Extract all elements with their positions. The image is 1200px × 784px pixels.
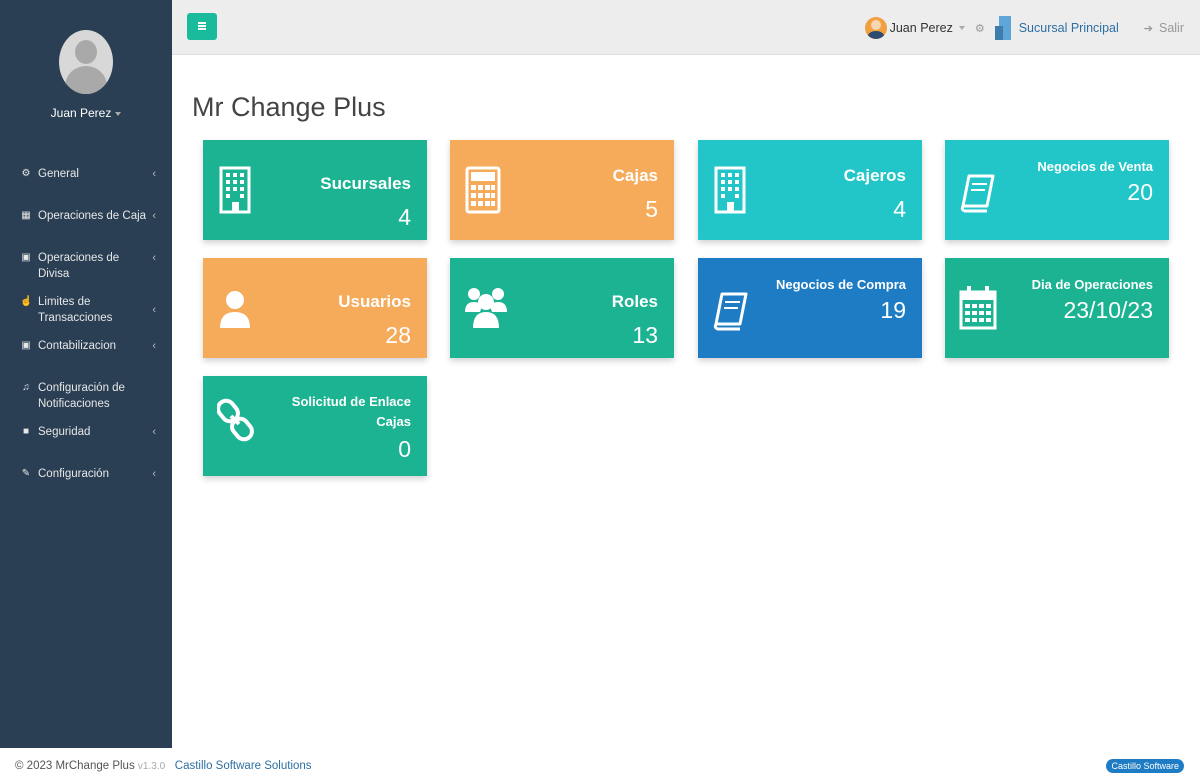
sidebar-item-operaciones-divisa[interactable]: ▣ Operaciones de Divisa ‹	[0, 244, 172, 288]
avatar[interactable]	[59, 30, 113, 94]
sidebar-item-seguridad[interactable]: ■ Seguridad ‹	[0, 418, 172, 460]
tile-title: Negocios de Compra	[775, 277, 906, 292]
company-badge[interactable]: Castillo Software	[1106, 759, 1184, 773]
building-icon	[219, 166, 251, 214]
sidebar-item-configuracion[interactable]: ✎ Configuración ‹	[0, 460, 172, 502]
link-icon	[217, 398, 254, 442]
tile-cajas[interactable]: Cajas 5	[450, 140, 674, 240]
book-icon	[713, 292, 748, 331]
tile-value: 5	[645, 196, 658, 222]
bell-icon: ♫	[22, 382, 30, 393]
tile-title: Solicitud de Enlace Cajas	[291, 394, 411, 429]
tile-value: 23/10/23	[1063, 297, 1153, 323]
tile-value: 0	[398, 436, 411, 462]
footer-text: © 2023 MrChange Plus v1.3.0 Castillo Sof…	[15, 760, 312, 772]
tile-value: 28	[385, 322, 411, 348]
settings-icon[interactable]: ⚙	[975, 22, 985, 35]
sidebar-item-contabilizacion[interactable]: ▣ Contabilizacion ‹	[0, 332, 172, 374]
tile-cajeros[interactable]: Cajeros 4	[698, 140, 922, 240]
chevron-left-icon: ‹	[152, 168, 156, 180]
chevron-left-icon: ‹	[152, 304, 156, 316]
book-icon	[960, 174, 995, 213]
menu-toggle-button[interactable]	[187, 13, 217, 40]
footer: © 2023 MrChange Plus v1.3.0 Castillo Sof…	[0, 748, 1200, 784]
tile-sucursales[interactable]: Sucursales 4	[203, 140, 427, 240]
chevron-left-icon: ‹	[152, 210, 156, 222]
tile-negocios-compra[interactable]: Negocios de Compra 19	[698, 258, 922, 358]
sidebar-item-operaciones-caja[interactable]: ▦ Operaciones de Caja ‹	[0, 202, 172, 244]
user-menu[interactable]: Juan Perez	[890, 21, 953, 35]
logout-link[interactable]: Salir	[1159, 21, 1184, 35]
tile-dia-operaciones[interactable]: Dia de Operaciones 23/10/23	[945, 258, 1169, 358]
tile-title: Cajeros	[843, 166, 906, 185]
sidebar: Juan Perez ⚙ General ‹ ▦ Operaciones de Caj…	[0, 0, 172, 748]
calendar-icon	[959, 286, 997, 330]
calculator-icon: ▦	[21, 210, 31, 221]
sidebar-item-limites[interactable]: ☝ Limites de Transacciones ‹	[0, 288, 172, 332]
user-icon	[220, 291, 250, 328]
wrench-icon: ✎	[21, 468, 31, 479]
tile-value: 19	[880, 297, 906, 323]
users-icon	[465, 288, 507, 328]
user-avatar[interactable]	[864, 17, 887, 39]
caret-down-icon	[115, 111, 122, 116]
calculator-icon	[465, 166, 501, 214]
sidebar-item-general[interactable]: ⚙ General ‹	[0, 160, 172, 202]
tile-usuarios[interactable]: Usuarios 28	[203, 258, 427, 358]
tile-solicitud-enlace[interactable]: Solicitud de Enlace Cajas 0	[203, 376, 427, 476]
tile-value: 4	[398, 204, 411, 230]
tile-value: 20	[1127, 179, 1153, 205]
tile-roles[interactable]: Roles 13	[450, 258, 674, 358]
sidebar-menu: ⚙ General ‹ ▦ Operaciones de Caja ‹ ▣ Operaci…	[0, 160, 172, 502]
chevron-left-icon: ‹	[152, 468, 156, 480]
tile-title: Cajas	[612, 166, 658, 185]
profile: Juan Perez	[0, 0, 172, 120]
sidebar-item-notificaciones[interactable]: ♫ Configuración de Notificaciones	[0, 374, 172, 418]
gears-icon: ⚙	[21, 168, 31, 179]
building-icon	[714, 166, 746, 214]
caret-down-icon	[958, 26, 965, 30]
lock-icon: ■	[22, 426, 30, 437]
version: v1.3.0	[137, 761, 166, 772]
money-icon: ▣	[21, 340, 31, 351]
hand-icon: ☝	[20, 296, 33, 307]
branch-link[interactable]: Sucursal Principal	[1019, 21, 1119, 35]
page-title: Mr Change Plus	[192, 92, 386, 122]
chevron-left-icon: ‹	[152, 426, 156, 438]
tile-title: Dia de Operaciones	[1031, 277, 1153, 292]
building-icon	[994, 16, 1013, 40]
top-navbar: Juan Perez ⚙ Sucursal Principal ➔ Salir	[172, 0, 1200, 55]
sign-out-icon: ➔	[1143, 22, 1153, 35]
chevron-left-icon: ‹	[152, 340, 156, 352]
tile-title: Roles	[611, 292, 658, 311]
tile-negocios-venta[interactable]: Negocios de Venta 20	[945, 140, 1169, 240]
chevron-left-icon: ‹	[152, 252, 156, 264]
copyright: © 2023 MrChange Plus	[15, 760, 135, 772]
tile-title: Usuarios	[338, 292, 411, 311]
tile-value: 13	[632, 322, 658, 348]
tile-title: Sucursales	[320, 174, 411, 193]
profile-name[interactable]: Juan Perez	[0, 106, 172, 120]
money-icon: ▣	[21, 252, 31, 263]
navbar-right: Juan Perez ⚙ Sucursal Principal ➔ Salir	[864, 14, 1200, 42]
company-link[interactable]: Castillo Software Solutions	[175, 760, 312, 772]
tile-title: Negocios de Venta	[1037, 159, 1153, 174]
tile-value: 4	[893, 196, 906, 222]
